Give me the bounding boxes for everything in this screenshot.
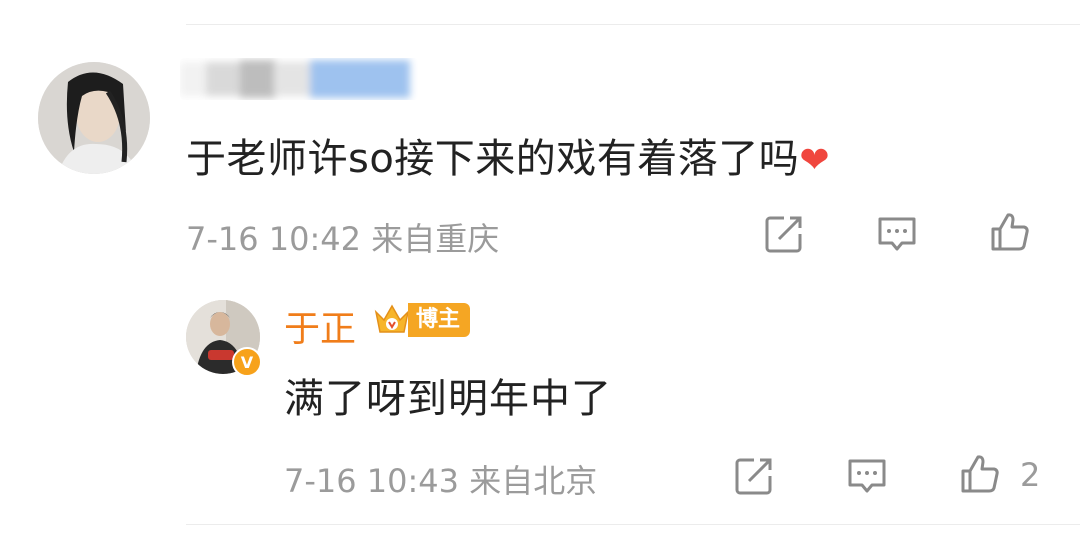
like-icon: [961, 455, 999, 493]
comment-body: 于老师许so接下来的戏有着落了吗: [186, 136, 800, 182]
reply-like-count: 2: [1020, 456, 1041, 494]
comment-meta: 7-16 10:42 来自重庆: [186, 214, 499, 260]
reply-location: 来自北京: [469, 462, 598, 500]
heart-emoji: ❤: [799, 140, 830, 181]
reply-text: 满了呀到明年中了: [284, 376, 612, 422]
comment-timestamp: 7-16 10:42: [186, 220, 362, 258]
reply-meta: 7-16 10:43 来自北京: [284, 456, 597, 502]
top-divider: [186, 24, 1080, 25]
reply-timestamp: 7-16 10:43: [284, 462, 460, 500]
comment-share-button[interactable]: [760, 210, 808, 258]
comment-text: 于老师许so接下来的戏有着落了吗❤: [186, 126, 830, 184]
comment-icon: [878, 217, 916, 251]
reply-comment-button[interactable]: [843, 452, 891, 500]
blurred-username: [180, 58, 418, 100]
comment-icon: [848, 459, 886, 493]
blogger-badge: 博主: [372, 300, 471, 340]
verified-icon: V: [232, 347, 262, 377]
comment-location: 来自重庆: [371, 220, 500, 258]
reply-author-name[interactable]: 于正: [284, 300, 356, 352]
share-icon: [765, 216, 802, 253]
share-icon: [735, 458, 772, 495]
commenter-avatar[interactable]: [38, 62, 150, 174]
reply-share-button[interactable]: [730, 452, 778, 500]
like-icon: [991, 213, 1029, 251]
reply-like-button[interactable]: [956, 450, 1004, 498]
crown-icon: [374, 304, 410, 333]
blogger-badge-label: 博主: [408, 303, 471, 337]
comment-like-button[interactable]: [986, 208, 1034, 256]
comment-reply-button[interactable]: [873, 210, 921, 258]
bottom-divider: [186, 524, 1080, 525]
